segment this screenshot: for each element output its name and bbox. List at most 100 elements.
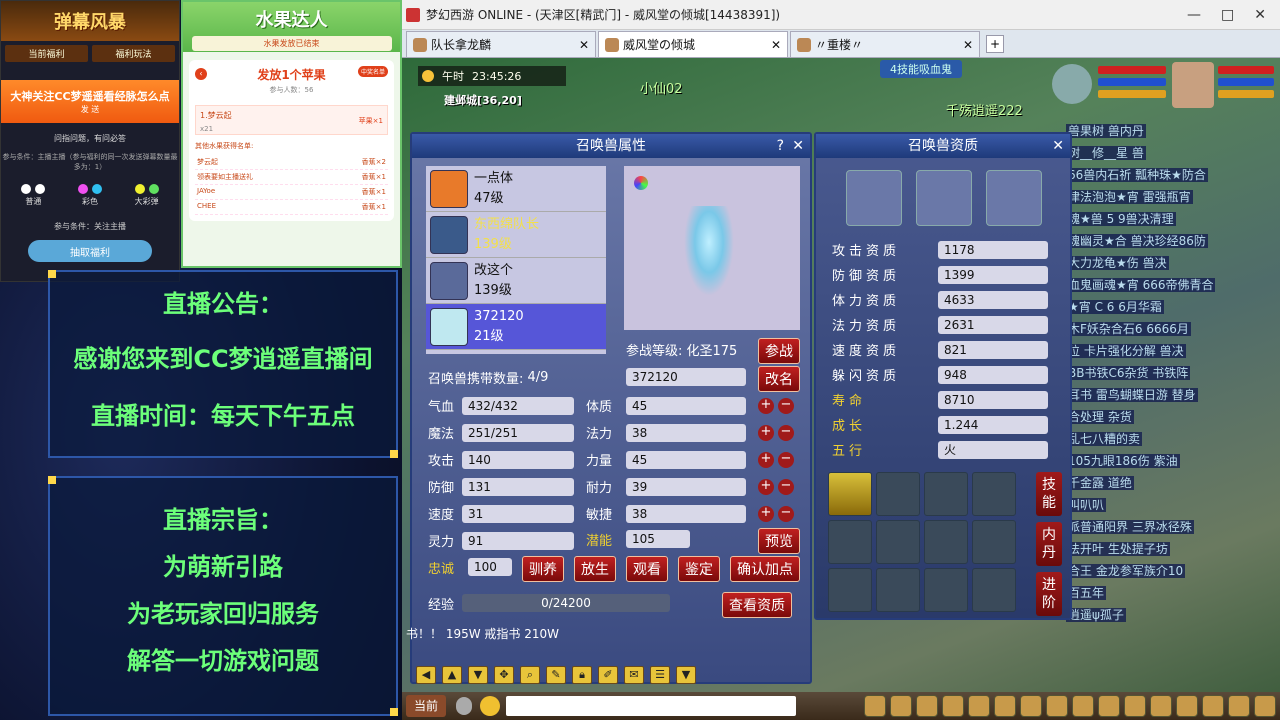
plus-icon[interactable]: +: [758, 505, 774, 522]
battle-button[interactable]: 参战: [758, 338, 800, 364]
move-icon[interactable]: ✥: [494, 666, 514, 684]
empty-skill-slot[interactable]: [972, 472, 1016, 516]
empty-skill-slot[interactable]: [972, 568, 1016, 612]
pet-list-item[interactable]: 一点体 47级: [426, 166, 606, 212]
skills-tab-button[interactable]: 技能: [1036, 472, 1062, 516]
minus-icon[interactable]: −: [778, 451, 794, 468]
close-icon[interactable]: ✕: [771, 38, 781, 52]
npc-name[interactable]: 千殇逍遥222: [946, 100, 1023, 119]
promo-tab-current[interactable]: 当前福利: [5, 45, 88, 62]
lock-icon[interactable]: 🔒︎: [572, 666, 592, 684]
player-avatar[interactable]: [1172, 62, 1214, 108]
trade-icon[interactable]: [916, 695, 938, 717]
pet-avatar[interactable]: [1052, 64, 1092, 104]
promo-tab-play[interactable]: 福利玩法: [92, 45, 175, 62]
minus-icon[interactable]: −: [778, 478, 794, 495]
plus-icon[interactable]: +: [758, 478, 774, 495]
advance-tab-button[interactable]: 进阶: [1036, 572, 1062, 616]
gang-icon[interactable]: [1020, 695, 1042, 717]
plus-icon[interactable]: +: [758, 451, 774, 468]
quick-icon[interactable]: [1046, 695, 1068, 717]
gift-icon[interactable]: [1202, 695, 1224, 717]
stall-name[interactable]: BB书铁C6杂货 书铁阵: [1066, 362, 1276, 384]
draw-welfare-button[interactable]: 抽取福利: [28, 240, 152, 262]
mic-icon[interactable]: [456, 697, 472, 715]
back-icon[interactable]: ‹: [195, 68, 207, 80]
brush-icon[interactable]: ✐: [598, 666, 618, 684]
empty-skill-slot[interactable]: [828, 568, 872, 612]
help-icon[interactable]: ?: [777, 134, 784, 158]
skill-icon[interactable]: [828, 472, 872, 516]
face-icon[interactable]: [1176, 695, 1198, 717]
pet-icon[interactable]: [968, 695, 990, 717]
plus-icon[interactable]: +: [758, 424, 774, 441]
chat-input[interactable]: [506, 696, 796, 716]
empty-skill-slot[interactable]: [924, 520, 968, 564]
stall-name[interactable]: 千金露 道绝: [1066, 472, 1276, 494]
tab-1[interactable]: 威风堂の倾城 ✕: [598, 31, 788, 57]
empty-skill-slot[interactable]: [924, 568, 968, 612]
pet-list-item[interactable]: 372120 21级: [426, 304, 606, 350]
empty-skill-slot[interactable]: [972, 520, 1016, 564]
dropdown-icon[interactable]: ▼: [676, 666, 696, 684]
close-icon[interactable]: ✕: [963, 38, 973, 52]
color-wheel-icon[interactable]: [634, 176, 648, 190]
emoji-icon[interactable]: [480, 696, 500, 716]
empty-skill-slot[interactable]: [876, 520, 920, 564]
equip-slot-2[interactable]: [916, 170, 972, 226]
equip-slot-1[interactable]: [846, 170, 902, 226]
stall-name[interactable]: 叫叭叭: [1066, 494, 1276, 516]
winner-list-badge[interactable]: 中奖名单: [357, 66, 388, 77]
stall-name[interactable]: 耳书 雷鸟蝴蝶日游 替身: [1066, 384, 1276, 406]
search-icon[interactable]: ⌕: [520, 666, 540, 684]
tab-2[interactable]: 〃重楼〃 ✕: [790, 31, 980, 57]
stall-name[interactable]: 合处理 杂货: [1066, 406, 1276, 428]
attack-icon[interactable]: [864, 695, 886, 717]
tier-0[interactable]: 普通: [19, 184, 47, 207]
rank-icon[interactable]: [1228, 695, 1250, 717]
stall-name[interactable]: 血鬼画魂★宵 666帝佛青合: [1066, 274, 1276, 296]
stall-name[interactable]: 律法泡泡★宵 雷强瓶宵: [1066, 186, 1276, 208]
left-arrow-icon[interactable]: ◀: [416, 666, 436, 684]
tier-1[interactable]: 彩色: [76, 184, 104, 207]
empty-skill-slot[interactable]: [828, 520, 872, 564]
stall-name[interactable]: 百五年: [1066, 582, 1276, 604]
appraise-button[interactable]: 鉴定: [678, 556, 720, 582]
pet-name-field[interactable]: 372120: [626, 368, 746, 386]
menu-icon[interactable]: [1254, 695, 1276, 717]
game-viewport[interactable]: 午时 23:45:26 建邺城[36,20] 4技能吸血鬼 小仙02 千殇逍遥2…: [402, 58, 1280, 720]
task-icon[interactable]: [994, 695, 1016, 717]
channel-current-button[interactable]: 当前: [406, 695, 446, 717]
stall-name[interactable]: 派普通阳界 三界冰径殊: [1066, 516, 1276, 538]
stall-name[interactable]: 魂★兽 5 9兽决清理: [1066, 208, 1276, 230]
empty-skill-slot[interactable]: [876, 472, 920, 516]
stall-name[interactable]: 法开叶 生处提子坊: [1066, 538, 1276, 560]
view-aptitude-button[interactable]: 查看资质: [722, 592, 792, 618]
rename-button[interactable]: 改名: [758, 366, 800, 392]
npc-name[interactable]: 小仙02: [640, 78, 683, 97]
minus-icon[interactable]: −: [778, 397, 794, 414]
inner-core-tab-button[interactable]: 内丹: [1036, 522, 1062, 566]
stall-name[interactable]: ★宵 C 6 6月华霜: [1066, 296, 1276, 318]
friends-icon[interactable]: [1072, 695, 1094, 717]
close-icon[interactable]: ✕: [792, 134, 804, 158]
empty-skill-slot[interactable]: [876, 568, 920, 612]
pet-list-item[interactable]: 改这个 139级: [426, 258, 606, 304]
close-icon[interactable]: ✕: [579, 38, 589, 52]
list-icon[interactable]: ☰: [650, 666, 670, 684]
stall-name[interactable]: 魂幽灵★合 兽决珍经86防: [1066, 230, 1276, 252]
system-icon[interactable]: [1150, 695, 1172, 717]
preview-button[interactable]: 预览: [758, 528, 800, 554]
stall-name[interactable]: 树__修__星 兽: [1066, 142, 1276, 164]
view-button[interactable]: 观看: [626, 556, 668, 582]
close-icon[interactable]: ✕: [1254, 7, 1266, 23]
stall-name[interactable]: 105九眼186伤 紫油: [1066, 450, 1276, 472]
minus-icon[interactable]: −: [778, 424, 794, 441]
pet-list-item[interactable]: 东西绵队长 139级: [426, 212, 606, 258]
stall-name[interactable]: 合王 金龙参军族介10: [1066, 560, 1276, 582]
bag-icon[interactable]: [890, 695, 912, 717]
minus-icon[interactable]: −: [778, 505, 794, 522]
new-tab-button[interactable]: +: [986, 35, 1004, 53]
empty-skill-slot[interactable]: [924, 472, 968, 516]
edit-icon[interactable]: ✎: [546, 666, 566, 684]
